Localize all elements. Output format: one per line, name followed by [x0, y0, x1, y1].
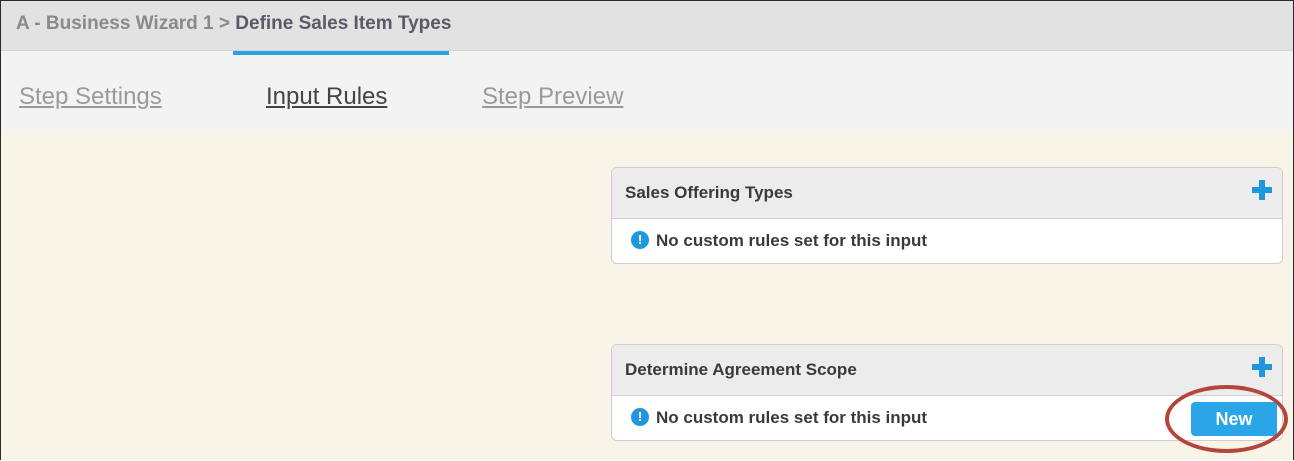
highlight-circle-annotation — [1165, 385, 1288, 453]
panel-title: Determine Agreement Scope — [625, 360, 857, 379]
active-tab-indicator — [233, 51, 449, 55]
panel-title: Sales Offering Types — [625, 183, 793, 202]
no-rules-message: No custom rules set for this input — [656, 231, 928, 250]
add-rule-icon[interactable] — [1252, 357, 1272, 377]
page-title: Define Sales Item Types — [235, 13, 452, 34]
add-rule-icon[interactable] — [1252, 180, 1272, 200]
input-panel-sales-offering-types: Sales Offering Types ! No custom rules s… — [611, 167, 1283, 264]
tab-input-rules[interactable]: Input Rules — [266, 83, 387, 111]
tab-step-preview[interactable]: Step Preview — [482, 83, 623, 111]
breadcrumb: A - Business Wizard 1 > Define Sales Ite… — [16, 13, 451, 35]
title-bar: A - Business Wizard 1 > Define Sales Ite… — [1, 1, 1293, 50]
info-icon: ! — [631, 231, 649, 249]
info-icon: ! — [631, 408, 649, 426]
app-frame: A - Business Wizard 1 > Define Sales Ite… — [0, 0, 1294, 460]
breadcrumb-parent[interactable]: A - Business Wizard 1 > — [16, 13, 230, 34]
tab-step-settings[interactable]: Step Settings — [19, 83, 162, 111]
no-rules-message: No custom rules set for this input — [656, 408, 928, 427]
tab-bar: Step Settings Input Rules Step Preview — [1, 50, 1293, 130]
panel-header: Sales Offering Types — [612, 168, 1282, 219]
panel-body: ! No custom rules set for this input — [612, 219, 1282, 263]
panel-header: Determine Agreement Scope — [612, 345, 1282, 396]
